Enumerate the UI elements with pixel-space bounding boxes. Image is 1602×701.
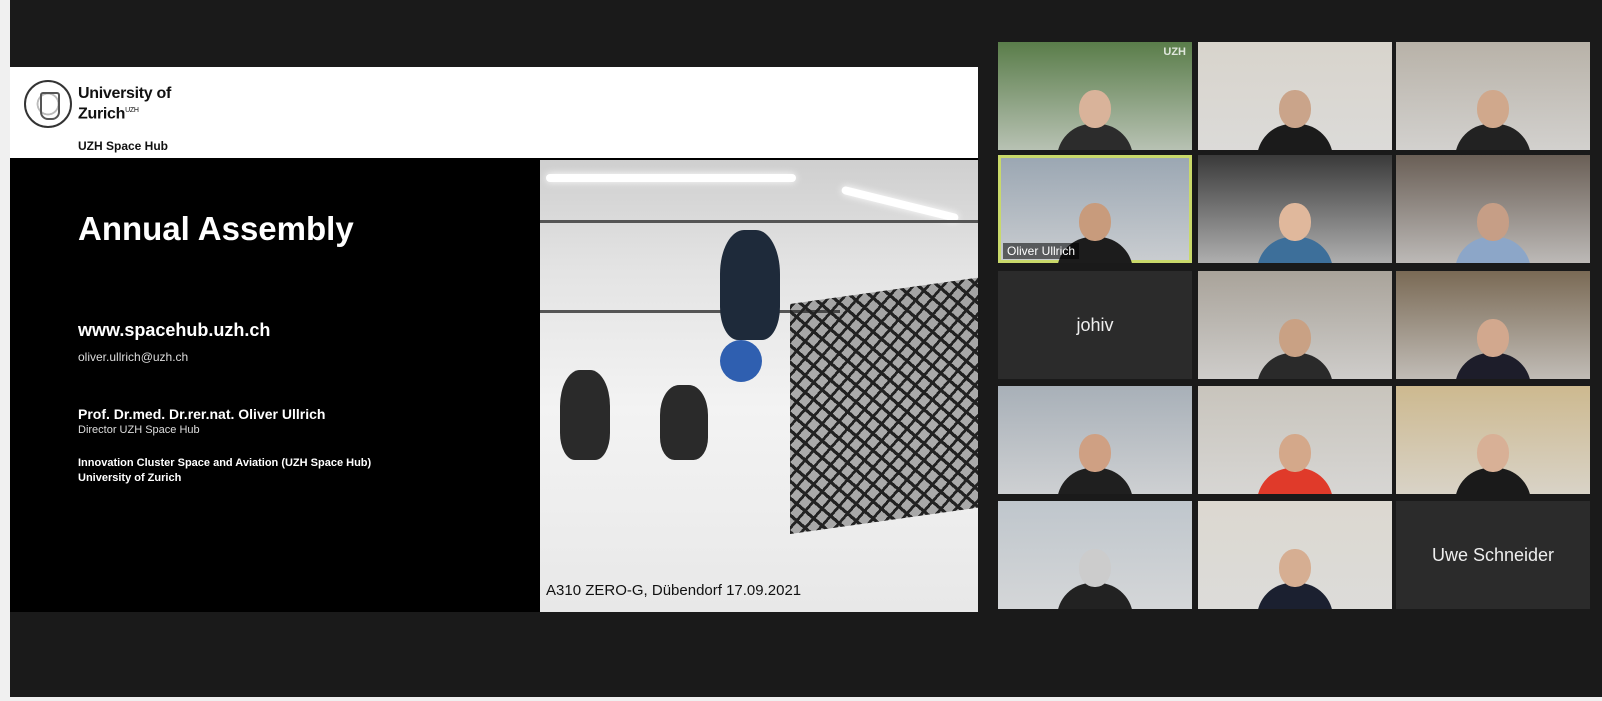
participant-face (1477, 434, 1509, 472)
participant-face (1279, 549, 1311, 587)
slide-website: www.spacehub.uzh.ch (78, 320, 271, 340)
participant-face (1279, 90, 1311, 128)
participant-face (1079, 434, 1111, 472)
participant-name: Uwe Schneider (1431, 544, 1555, 565)
participant-tile[interactable] (1396, 42, 1590, 150)
participant-tile[interactable]: johiv (998, 271, 1192, 379)
participant-face (1279, 319, 1311, 357)
participant-tile[interactable]: Oliver Ullrich (998, 155, 1192, 263)
cabin-rail (540, 220, 978, 223)
cabin-light (546, 174, 796, 182)
participant-tile[interactable] (1198, 386, 1392, 494)
participant-video (1057, 434, 1133, 494)
participant-tile[interactable] (1198, 155, 1392, 263)
slide-title: Annual Assembly (78, 210, 354, 247)
participant-face (1079, 90, 1111, 128)
photo-caption: A310 ZERO-G, Dübendorf 17.09.2021 (546, 582, 802, 599)
cluster-name: Innovation Cluster Space and Aviation (U… (78, 457, 372, 469)
participant-face (1477, 319, 1509, 357)
participant-video (1455, 434, 1531, 494)
participant-face (1477, 90, 1509, 128)
participant-tile[interactable]: Uwe Schneider (1396, 501, 1590, 609)
participant-video (1257, 90, 1333, 150)
floating-person (560, 370, 610, 460)
university-suffix: UZH (125, 107, 139, 114)
floating-person (720, 230, 780, 340)
hub-label: UZH Space Hub (78, 139, 169, 153)
participant-video (1057, 549, 1133, 609)
safety-net (790, 275, 978, 535)
participant-tile[interactable] (1198, 271, 1392, 379)
participant-tile[interactable] (1396, 271, 1590, 379)
presenter-name: Prof. Dr.med. Dr.rer.nat. Oliver Ullrich (78, 406, 326, 422)
participant-tile[interactable] (1396, 155, 1590, 263)
participant-name-tag: Oliver Ullrich (1003, 243, 1080, 259)
participant-face (1279, 203, 1311, 241)
zero-g-photo: A310 ZERO-G, Dübendorf 17.09.2021 (540, 160, 978, 612)
participant-video (1257, 549, 1333, 609)
participant-tile[interactable] (1396, 386, 1590, 494)
slide-header: University of ZurichUZH UZH Space Hub (10, 67, 978, 158)
slide-email: oliver.ullrich@uzh.ch (78, 350, 189, 364)
background-brand-mark: UZH (1163, 46, 1186, 58)
cabin-light (840, 185, 960, 223)
participant-video (1455, 203, 1531, 263)
participant-video (1257, 203, 1333, 263)
participant-tile[interactable] (998, 501, 1192, 609)
university-seal-icon (24, 80, 72, 128)
floating-person (660, 385, 708, 460)
university-name: University of ZurichUZH (78, 85, 172, 123)
participant-face (1079, 203, 1111, 241)
participant-video (1455, 319, 1531, 379)
meeting-stage: University of ZurichUZH UZH Space Hub An… (10, 0, 1602, 697)
participant-face (1079, 549, 1111, 587)
institution-name: University of Zurich (78, 472, 182, 484)
participant-tile[interactable]: UZH (998, 42, 1192, 150)
shared-slide: University of ZurichUZH UZH Space Hub An… (10, 67, 978, 612)
participant-face (1477, 203, 1509, 241)
participant-name: johiv (1076, 314, 1114, 335)
slide-text-panel: Annual Assembly www.spacehub.uzh.ch oliv… (10, 160, 538, 612)
participant-tile[interactable] (998, 386, 1192, 494)
participant-tile[interactable] (1198, 501, 1392, 609)
participant-tile[interactable] (1198, 42, 1392, 150)
participant-video (1057, 90, 1133, 150)
floating-ball (720, 340, 762, 382)
presenter-role: Director UZH Space Hub (78, 424, 200, 436)
participant-video (1257, 319, 1333, 379)
participant-video (1455, 90, 1531, 150)
participant-face (1279, 434, 1311, 472)
participant-video (1257, 434, 1333, 494)
